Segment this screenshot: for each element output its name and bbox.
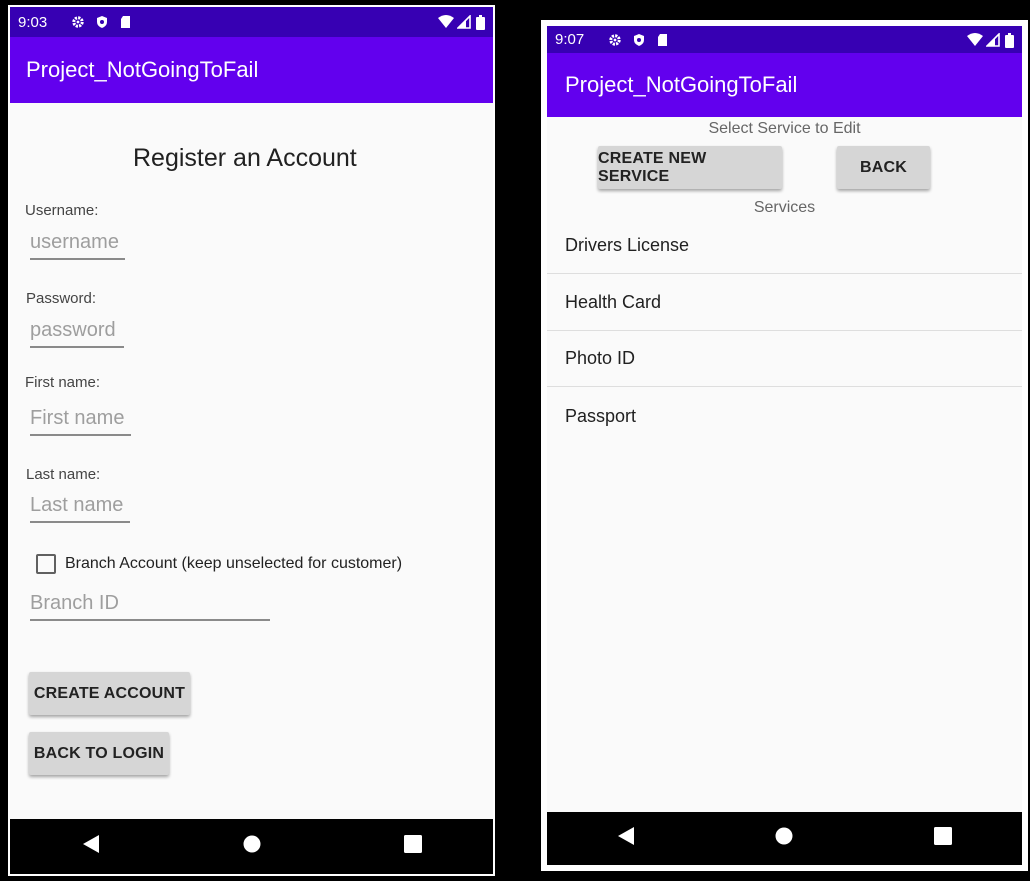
list-item[interactable]: Health Card: [547, 275, 1022, 331]
back-button[interactable]: BACK: [837, 146, 930, 189]
services-screen: 9:07 Project_NotGoingToFail Select Servi…: [541, 20, 1028, 871]
password-field[interactable]: password: [30, 319, 124, 348]
app-title: Project_NotGoingToFail: [565, 72, 798, 97]
username-field[interactable]: username: [30, 231, 125, 260]
status-time: 9:07: [555, 31, 585, 48]
app-bar: Project_NotGoingToFail: [547, 53, 1022, 117]
last-name-label: Last name:: [26, 466, 101, 483]
status-bar: 9:03: [10, 7, 493, 37]
gear-icon: [71, 15, 85, 29]
battery-icon: [476, 15, 485, 30]
service-name: Passport: [565, 405, 637, 426]
back-to-login-button[interactable]: BACK TO LOGIN: [29, 732, 169, 775]
service-name: Health Card: [565, 292, 662, 312]
service-name: Drivers License: [565, 235, 690, 255]
back-icon[interactable]: [82, 834, 100, 859]
select-service-label: Select Service to Edit: [708, 120, 861, 137]
battery-icon: [1005, 32, 1014, 48]
signal-icon: [456, 14, 471, 29]
home-icon[interactable]: [243, 835, 261, 858]
branch-account-label: Branch Account (keep unselected for cust…: [65, 555, 403, 572]
back-icon[interactable]: [617, 826, 635, 851]
recents-icon[interactable]: [933, 827, 952, 850]
wifi-icon: [967, 32, 983, 47]
navigation-bar: [547, 812, 1022, 865]
first-name-field[interactable]: First name: [30, 407, 131, 436]
recents-icon[interactable]: [403, 835, 422, 858]
gear-icon: [608, 33, 622, 47]
app-title: Project_NotGoingToFail: [26, 57, 259, 82]
navigation-bar: [10, 819, 493, 874]
password-label: Password:: [26, 290, 97, 307]
page-title: Register an Account: [133, 144, 357, 172]
sd-card-icon: [656, 33, 670, 47]
username-label: Username:: [25, 202, 99, 219]
list-item[interactable]: Drivers License: [547, 218, 1022, 274]
list-item[interactable]: Photo ID: [547, 331, 1022, 387]
branch-account-checkbox[interactable]: [36, 554, 56, 574]
app-bar: Project_NotGoingToFail: [10, 37, 493, 103]
home-icon[interactable]: [775, 827, 793, 850]
register-screen: 9:03 Project_NotGoingToFail Register an …: [8, 5, 495, 876]
signal-icon: [985, 31, 1000, 47]
shield-icon: [95, 15, 109, 29]
sd-card-icon: [119, 15, 133, 29]
status-time: 9:03: [18, 13, 48, 31]
first-name-label: First name:: [25, 374, 101, 391]
service-name: Photo ID: [565, 348, 636, 368]
create-account-button[interactable]: CREATE ACCOUNT: [29, 672, 190, 715]
last-name-field[interactable]: Last name: [30, 494, 130, 523]
status-bar: 9:07: [547, 26, 1022, 53]
create-new-service-button[interactable]: CREATE NEW SERVICE: [598, 146, 782, 189]
shield-icon: [632, 33, 646, 47]
list-item[interactable]: Passport: [547, 388, 1022, 444]
wifi-icon: [438, 15, 454, 29]
services-label: Services: [753, 199, 816, 216]
branch-id-field[interactable]: Branch ID: [30, 592, 270, 621]
